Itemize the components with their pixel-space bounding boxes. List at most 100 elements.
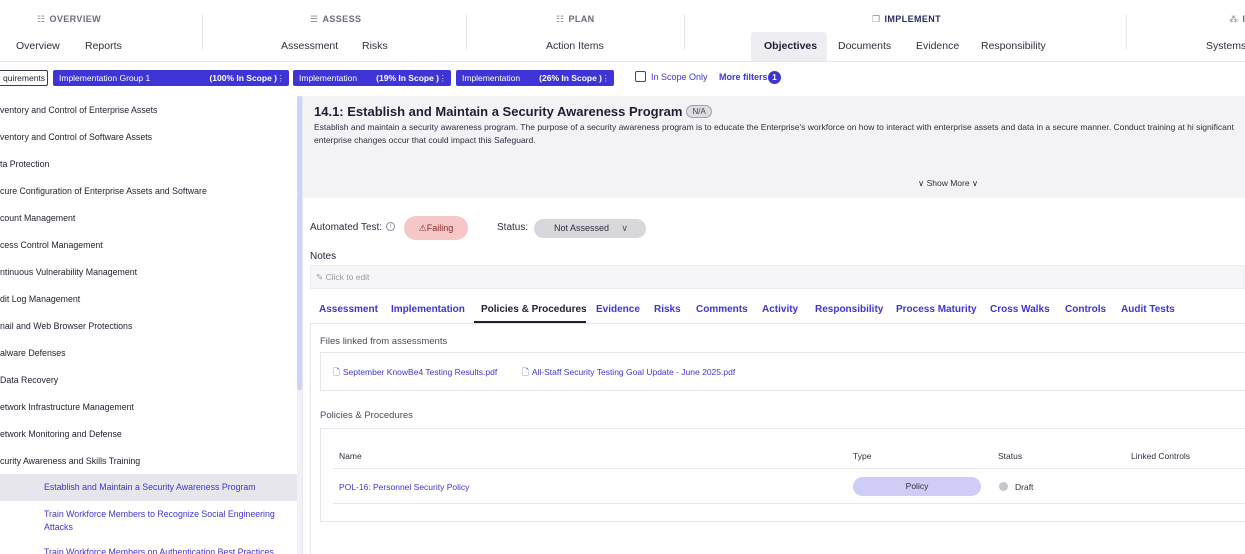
nav-systems[interactable]: Systems (1206, 40, 1245, 52)
sidebar-item-email-web[interactable]: nail and Web Browser Protections (0, 321, 132, 331)
more-filters-button[interactable]: More filters (719, 72, 768, 82)
file-name: All-Staff Security Testing Goal Update -… (531, 367, 736, 377)
file-link[interactable]: 🗋 September KnowBe4 Testing Results.pdf (333, 367, 497, 381)
sidebar-subitem-awareness-program[interactable]: Establish and Maintain a Security Awaren… (44, 481, 294, 494)
nav-divider (466, 14, 467, 50)
filter-chip-scope: (19% In Scope ) (376, 73, 439, 83)
filter-chip-group-2[interactable]: Implementation (19% In Scope ) ⋮ (293, 70, 451, 86)
sidebar-item-network-infrastructure[interactable]: etwork Infrastructure Management (0, 402, 134, 412)
nav-reports[interactable]: Reports (85, 40, 122, 52)
sidebar-item-access-control[interactable]: cess Control Management (0, 240, 103, 250)
nav-responsibility[interactable]: Responsibility (981, 40, 1046, 52)
nav-documents[interactable]: Documents (838, 40, 891, 52)
nav-assessment[interactable]: Assessment (281, 40, 338, 52)
sidebar-item-malware-defenses[interactable]: alware Defenses (0, 348, 66, 358)
implement-group-label: IMPLEMENT (884, 14, 942, 24)
tab-cross-walks[interactable]: Cross Walks (990, 304, 1050, 315)
nav-risks[interactable]: Risks (362, 40, 388, 52)
requirements-filter[interactable]: quirements (0, 70, 48, 86)
grid-icon: ☷ (37, 14, 46, 24)
list-icon: ☰ (310, 14, 319, 24)
tab-policies-procedures[interactable]: Policies & Procedures (481, 304, 587, 315)
tab-controls[interactable]: Controls (1065, 304, 1106, 315)
sidebar-item-secure-configuration[interactable]: cure Configuration of Enterprise Assets … (0, 186, 207, 196)
nav-evidence[interactable]: Evidence (916, 40, 959, 52)
tab-activity[interactable]: Activity (762, 304, 798, 315)
status-dropdown[interactable]: Not Assessed ∨ (534, 219, 646, 238)
filter-count-badge: 1 (768, 71, 781, 84)
safeguard-description: Establish and maintain a security awaren… (314, 122, 1234, 145)
column-header-name: Name (339, 451, 362, 461)
nav-objectives[interactable]: Objectives (764, 40, 817, 52)
file-icon: 🗋 (333, 367, 340, 377)
chevron-down-icon: ∨ (621, 223, 628, 233)
assess-group-label: ASSESS (322, 14, 362, 24)
filter-chip-group-1[interactable]: Implementation Group 1 (100% In Scope ) … (53, 70, 289, 86)
file-name: September KnowBe4 Testing Results.pdf (342, 367, 498, 377)
na-badge: N/A (686, 105, 712, 118)
checklist-icon: ☷ (556, 14, 565, 24)
sidebar-subitem-social-engineering[interactable]: Train Workforce Members to Recognize Soc… (44, 508, 294, 534)
tab-audit-tests[interactable]: Audit Tests (1121, 304, 1175, 315)
policies-table (320, 428, 1245, 522)
sidebar-item-software-assets[interactable]: ventory and Control of Software Assets (0, 132, 152, 142)
filter-chip-label: Implementation (299, 73, 358, 83)
policy-name-link[interactable]: POL-16: Personnel Security Policy (339, 482, 469, 492)
nav-divider (1126, 14, 1127, 50)
safeguard-title-text: 14.1: Establish and Maintain a Security … (314, 104, 683, 119)
in-scope-only-checkbox[interactable] (635, 71, 646, 82)
sidebar-item-audit-log[interactable]: dit Log Management (0, 294, 80, 304)
filter-chip-label: Implementation (462, 73, 521, 83)
overview-group-label: OVERVIEW (49, 14, 102, 24)
policy-status: Draft (1015, 482, 1034, 492)
tab-comments[interactable]: Comments (696, 304, 748, 315)
filter-chip-group-3[interactable]: Implementation (26% In Scope ) ⋮ (456, 70, 614, 86)
tab-assessment[interactable]: Assessment (319, 304, 378, 315)
active-tab-indicator (474, 321, 586, 323)
sidebar-subitem-authentication[interactable]: Train Workforce Members on Authenticatio… (44, 546, 294, 554)
filter-chip-label: Implementation Group 1 (59, 73, 151, 83)
nav-divider (202, 14, 203, 50)
status-value: Not Assessed (554, 223, 610, 233)
info-icon[interactable]: i (386, 222, 395, 231)
tab-process-maturity[interactable]: Process Maturity (896, 304, 977, 315)
sidebar-item-enterprise-assets[interactable]: ventory and Control of Enterprise Assets (0, 105, 157, 115)
network-icon: ⁂ (1229, 14, 1239, 24)
tab-risks[interactable]: Risks (654, 304, 681, 315)
assess-group-header: ☰ ASSESS (310, 14, 361, 25)
notes-field[interactable] (310, 265, 1245, 289)
next-group-header: ⁂ I (1229, 14, 1245, 25)
sidebar-item-vulnerability-management[interactable]: ntinuous Vulnerability Management (0, 267, 137, 277)
tab-evidence[interactable]: Evidence (596, 304, 640, 315)
sidebar-item-data-protection[interactable]: ta Protection (0, 159, 49, 169)
more-vertical-icon[interactable]: ⋮ (439, 70, 448, 86)
file-link[interactable]: 🗋 All-Staff Security Testing Goal Update … (522, 367, 735, 381)
tab-implementation[interactable]: Implementation (391, 304, 465, 315)
tab-responsibility[interactable]: Responsibility (815, 304, 883, 315)
more-vertical-icon[interactable]: ⋮ (602, 70, 611, 86)
status-label: Status: (497, 222, 529, 233)
implement-group-header: ❐ IMPLEMENT (872, 14, 941, 25)
failing-badge: ⚠Failing (404, 216, 468, 240)
nav-divider (684, 14, 685, 50)
notes-placeholder[interactable]: ✎ Click to edit (316, 272, 369, 283)
overview-group-header: ☷ OVERVIEW (37, 14, 101, 25)
automated-test-label: Automated Test: (310, 222, 383, 233)
files-section-title: Files linked from assessments (320, 336, 448, 347)
table-row-divider (333, 468, 1245, 469)
sidebar-item-data-recovery[interactable]: Data Recovery (0, 375, 58, 385)
sidebar-item-security-awareness[interactable]: curity Awareness and Skills Training (0, 456, 140, 466)
column-header-status: Status (998, 451, 1023, 461)
nav-action-items[interactable]: Action Items (546, 40, 604, 52)
sidebar-item-network-monitoring[interactable]: etwork Monitoring and Defense (0, 429, 122, 439)
show-more-button[interactable]: ∨ Show More ∨ (918, 178, 978, 189)
notes-label: Notes (310, 251, 337, 262)
nav-overview[interactable]: Overview (16, 40, 60, 52)
column-header-type: Type (853, 451, 872, 461)
status-dot (999, 482, 1008, 491)
plan-group-header: ☷ PLAN (556, 14, 595, 25)
sidebar-item-account-management[interactable]: count Management (0, 213, 75, 223)
in-scope-only-label[interactable]: In Scope Only (651, 72, 708, 82)
more-vertical-icon[interactable]: ⋮ (277, 70, 286, 86)
table-row-divider (333, 503, 1245, 504)
